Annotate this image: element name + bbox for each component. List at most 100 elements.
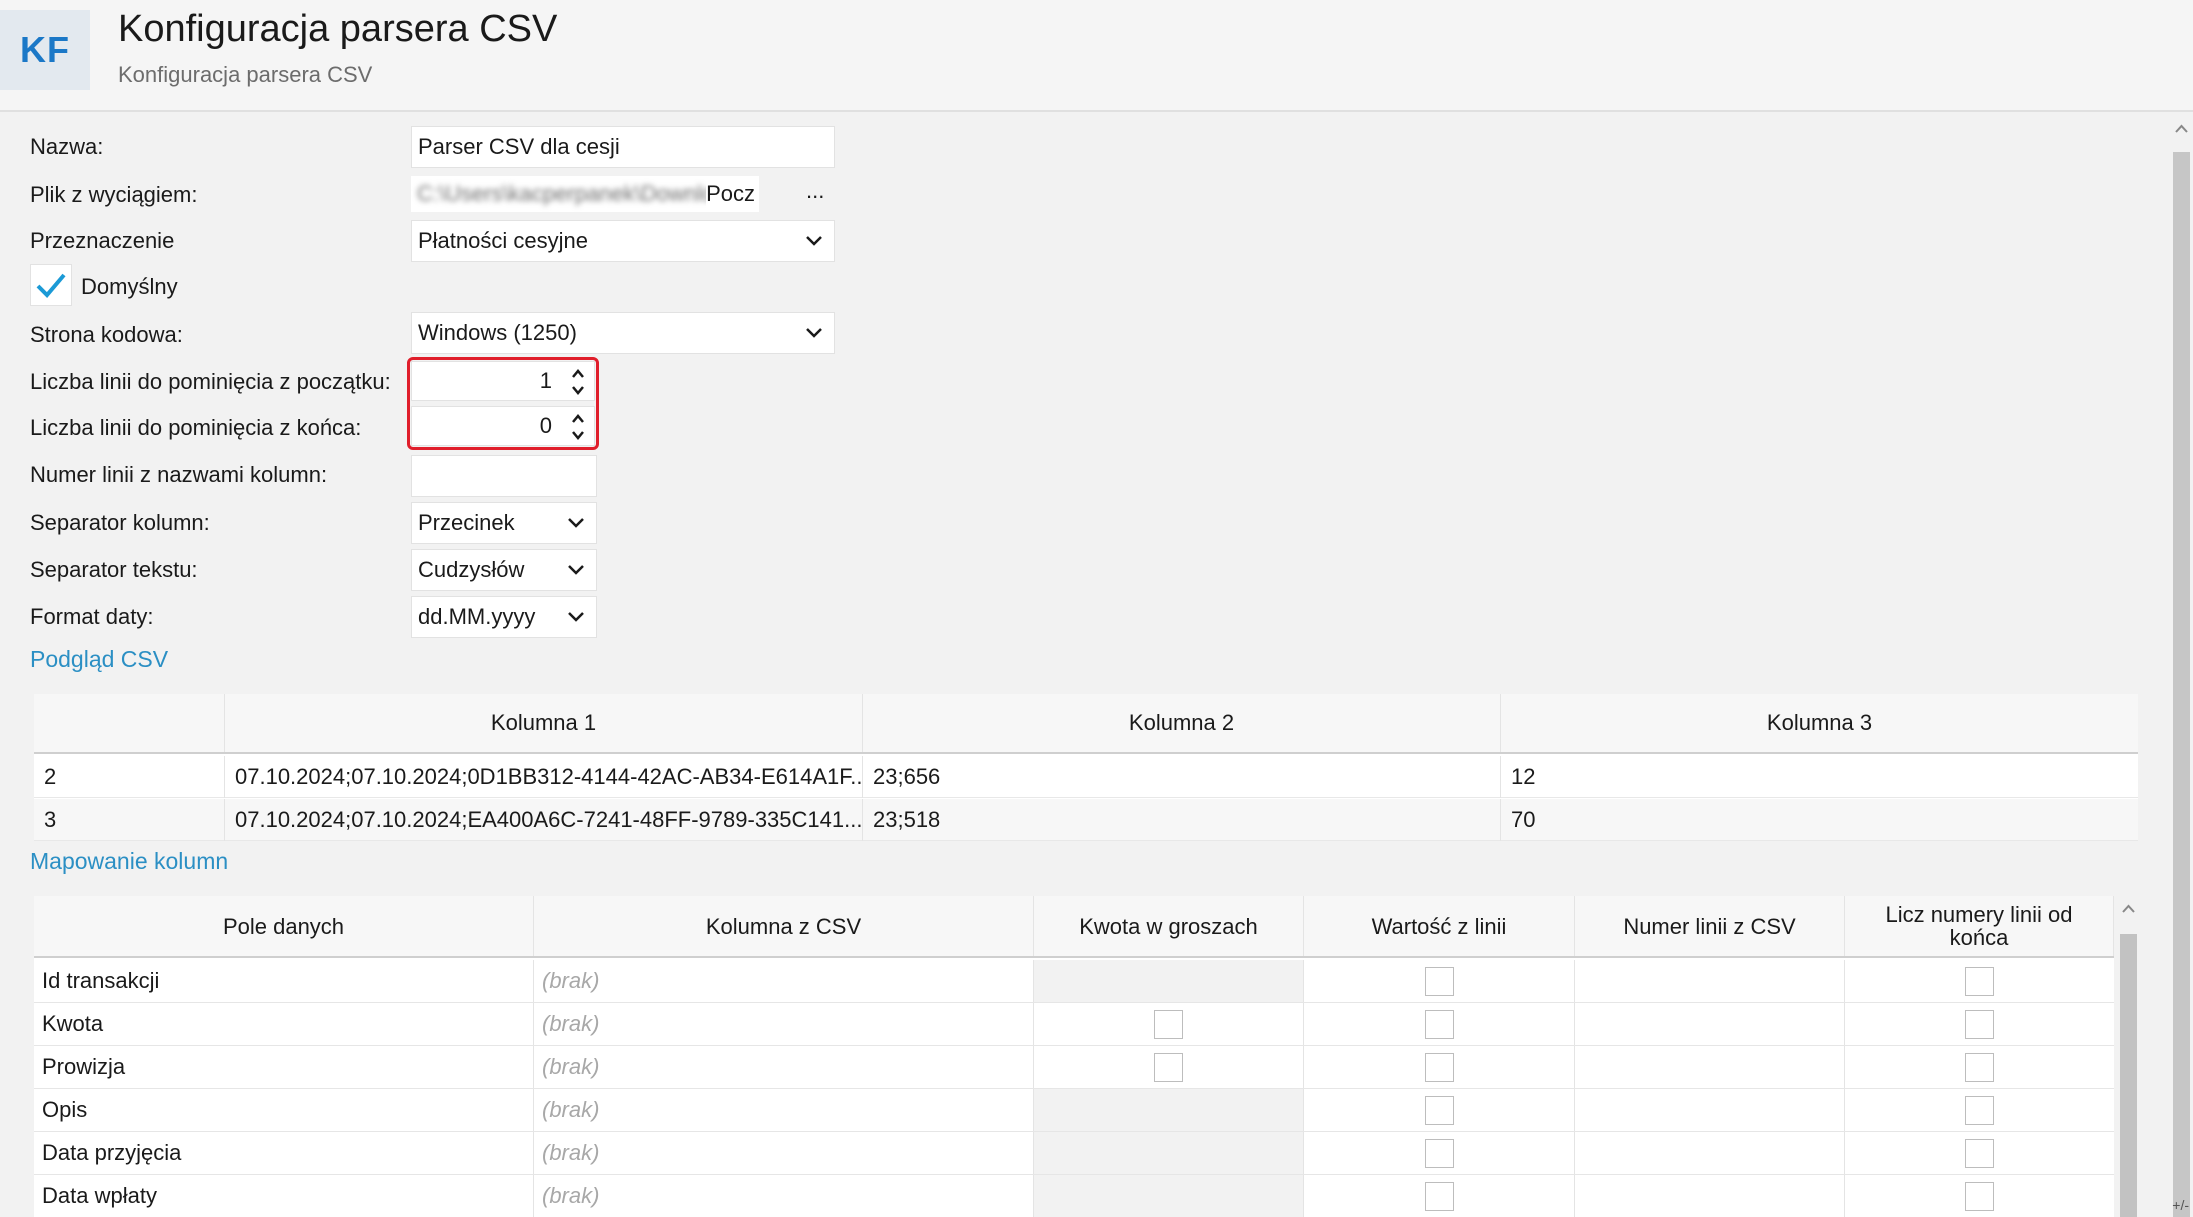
column-header[interactable]: Kwota w groszach: [1034, 896, 1304, 956]
checkbox[interactable]: [1424, 1138, 1454, 1168]
table-row[interactable]: Prowizja (brak): [34, 1046, 2114, 1089]
line-value-cell[interactable]: [1304, 1046, 1575, 1088]
count-from-end-cell[interactable]: [1845, 960, 2114, 1002]
column-header[interactable]: Licz numery linii od końca: [1845, 896, 2114, 956]
line-value-cell[interactable]: [1304, 1175, 1575, 1217]
table-row[interactable]: 3 07.10.2024;07.10.2024;EA400A6C-7241-48…: [34, 799, 2138, 841]
table-row[interactable]: Id transakcji (brak): [34, 960, 2114, 1003]
csv-column-select[interactable]: (brak): [534, 1175, 1034, 1217]
count-from-end-cell[interactable]: [1845, 1003, 2114, 1045]
browse-file-button[interactable]: ...: [806, 178, 824, 204]
table-row[interactable]: Opis (brak): [34, 1089, 2114, 1132]
csv-preview-link[interactable]: Podgląd CSV: [30, 646, 168, 673]
column-header[interactable]: Wartość z linii: [1304, 896, 1575, 956]
csv-column-select[interactable]: (brak): [534, 1046, 1034, 1088]
line-number-input[interactable]: [1575, 1046, 1845, 1088]
checkbox[interactable]: [1965, 1052, 1994, 1082]
column-mapping-table: Pole danych Kolumna z CSV Kwota w grosza…: [34, 896, 2114, 1217]
purpose-label: Przeznaczenie: [30, 228, 175, 253]
csv-column-select[interactable]: (brak): [534, 1003, 1034, 1045]
text-sep-select[interactable]: Cudzysłów: [411, 549, 597, 591]
scrollbar-thumb[interactable]: [2173, 152, 2190, 1217]
line-value-cell[interactable]: [1304, 1089, 1575, 1131]
line-number-input[interactable]: [1575, 1132, 1845, 1174]
checkbox[interactable]: [1154, 1052, 1183, 1082]
checkbox[interactable]: [1424, 1052, 1454, 1082]
page-subtitle: Konfiguracja parsera CSV: [118, 62, 373, 87]
column-header[interactable]: Kolumna 3: [1501, 694, 2138, 752]
table-cell: 70: [1511, 807, 1536, 832]
line-number-input[interactable]: [1575, 1175, 1845, 1217]
checkbox[interactable]: [1965, 966, 1994, 996]
count-from-end-cell[interactable]: [1845, 1132, 2114, 1174]
header-line-input[interactable]: [411, 455, 597, 497]
file-label: Plik z wyciągiem:: [30, 182, 198, 207]
checkbox[interactable]: [1965, 1138, 1994, 1168]
checkmark-icon: [36, 273, 66, 298]
mapping-scrollbar[interactable]: [2117, 896, 2140, 1217]
line-number-input[interactable]: [1575, 1003, 1845, 1045]
table-cell: 3: [34, 799, 225, 841]
file-path-input[interactable]: C:\Users\kacperpanek\Downloads\ Pocz: [411, 176, 759, 212]
encoding-label: Strona kodowa:: [30, 322, 183, 347]
column-header[interactable]: Kolumna 2: [863, 694, 1501, 752]
column-mapping-link[interactable]: Mapowanie kolumn: [30, 848, 228, 875]
line-value-cell[interactable]: [1304, 1003, 1575, 1045]
page-scrollbar[interactable]: [2170, 112, 2193, 1217]
column-header[interactable]: Numer linii z CSV: [1575, 896, 1845, 956]
scrollbar-thumb[interactable]: [2120, 934, 2137, 1217]
default-checkbox[interactable]: [30, 264, 72, 306]
chevron-down-icon: [804, 326, 824, 340]
name-input[interactable]: Parser CSV dla cesji: [411, 126, 835, 168]
col-sep-select[interactable]: Przecinek: [411, 502, 597, 544]
chevron-down-icon: [566, 516, 586, 530]
table-header-row: Pole danych Kolumna z CSV Kwota w grosza…: [34, 896, 2114, 958]
line-number-input[interactable]: [1575, 960, 1845, 1002]
checkbox[interactable]: [1424, 966, 1454, 996]
field-name-cell: Opis: [34, 1089, 534, 1131]
csv-column-select[interactable]: (brak): [534, 960, 1034, 1002]
field-name-cell: Id transakcji: [34, 960, 534, 1002]
checkbox[interactable]: [1965, 1095, 1994, 1125]
purpose-select[interactable]: Płatności cesyjne: [411, 220, 835, 262]
table-row[interactable]: Data przyjęcia (brak): [34, 1132, 2114, 1175]
checkbox[interactable]: [1424, 1181, 1454, 1211]
date-format-label: Format daty:: [30, 604, 154, 629]
table-cell: 12: [1511, 764, 1536, 789]
count-from-end-cell[interactable]: [1845, 1046, 2114, 1088]
file-path-tail: Pocz: [706, 176, 759, 212]
line-value-cell[interactable]: [1304, 1132, 1575, 1174]
table-cell: 07.10.2024;07.10.2024;EA400A6C-7241-48FF…: [225, 799, 863, 841]
checkbox[interactable]: [1424, 1009, 1454, 1039]
line-value-cell[interactable]: [1304, 960, 1575, 1002]
zoom-toggle[interactable]: +/-: [2172, 1197, 2189, 1213]
grosze-cell[interactable]: [1034, 1046, 1304, 1088]
table-row[interactable]: 2 07.10.2024;07.10.2024;0D1BB312-4144-42…: [34, 756, 2138, 798]
date-format-select[interactable]: dd.MM.yyyy: [411, 596, 597, 638]
checkbox[interactable]: [1154, 1009, 1183, 1039]
scroll-up-icon[interactable]: [2175, 124, 2188, 134]
csv-column-select[interactable]: (brak): [534, 1089, 1034, 1131]
grosze-cell[interactable]: [1034, 1003, 1304, 1045]
line-number-input[interactable]: [1575, 1089, 1845, 1131]
count-from-end-cell[interactable]: [1845, 1175, 2114, 1217]
chevron-down-icon: [804, 234, 824, 248]
table-row[interactable]: Kwota (brak): [34, 1003, 2114, 1046]
checkbox[interactable]: [1424, 1095, 1454, 1125]
field-name-cell: Prowizja: [34, 1046, 534, 1088]
column-header[interactable]: Pole danych: [34, 896, 534, 956]
name-label: Nazwa:: [30, 134, 104, 159]
checkbox[interactable]: [1965, 1181, 1994, 1211]
encoding-select[interactable]: Windows (1250): [411, 312, 835, 354]
count-from-end-cell[interactable]: [1845, 1089, 2114, 1131]
header: KF Konfiguracja parsera CSV Konfiguracja…: [0, 0, 2193, 112]
col-sep-label: Separator kolumn:: [30, 510, 210, 535]
table-cell: 2: [34, 756, 225, 798]
column-header[interactable]: Kolumna 1: [225, 694, 863, 752]
scroll-up-icon[interactable]: [2122, 904, 2135, 914]
grosze-cell: [1034, 1175, 1304, 1217]
csv-column-select[interactable]: (brak): [534, 1132, 1034, 1174]
checkbox[interactable]: [1965, 1009, 1994, 1039]
column-header[interactable]: Kolumna z CSV: [534, 896, 1034, 956]
table-row[interactable]: Data wpłaty (brak): [34, 1175, 2114, 1217]
